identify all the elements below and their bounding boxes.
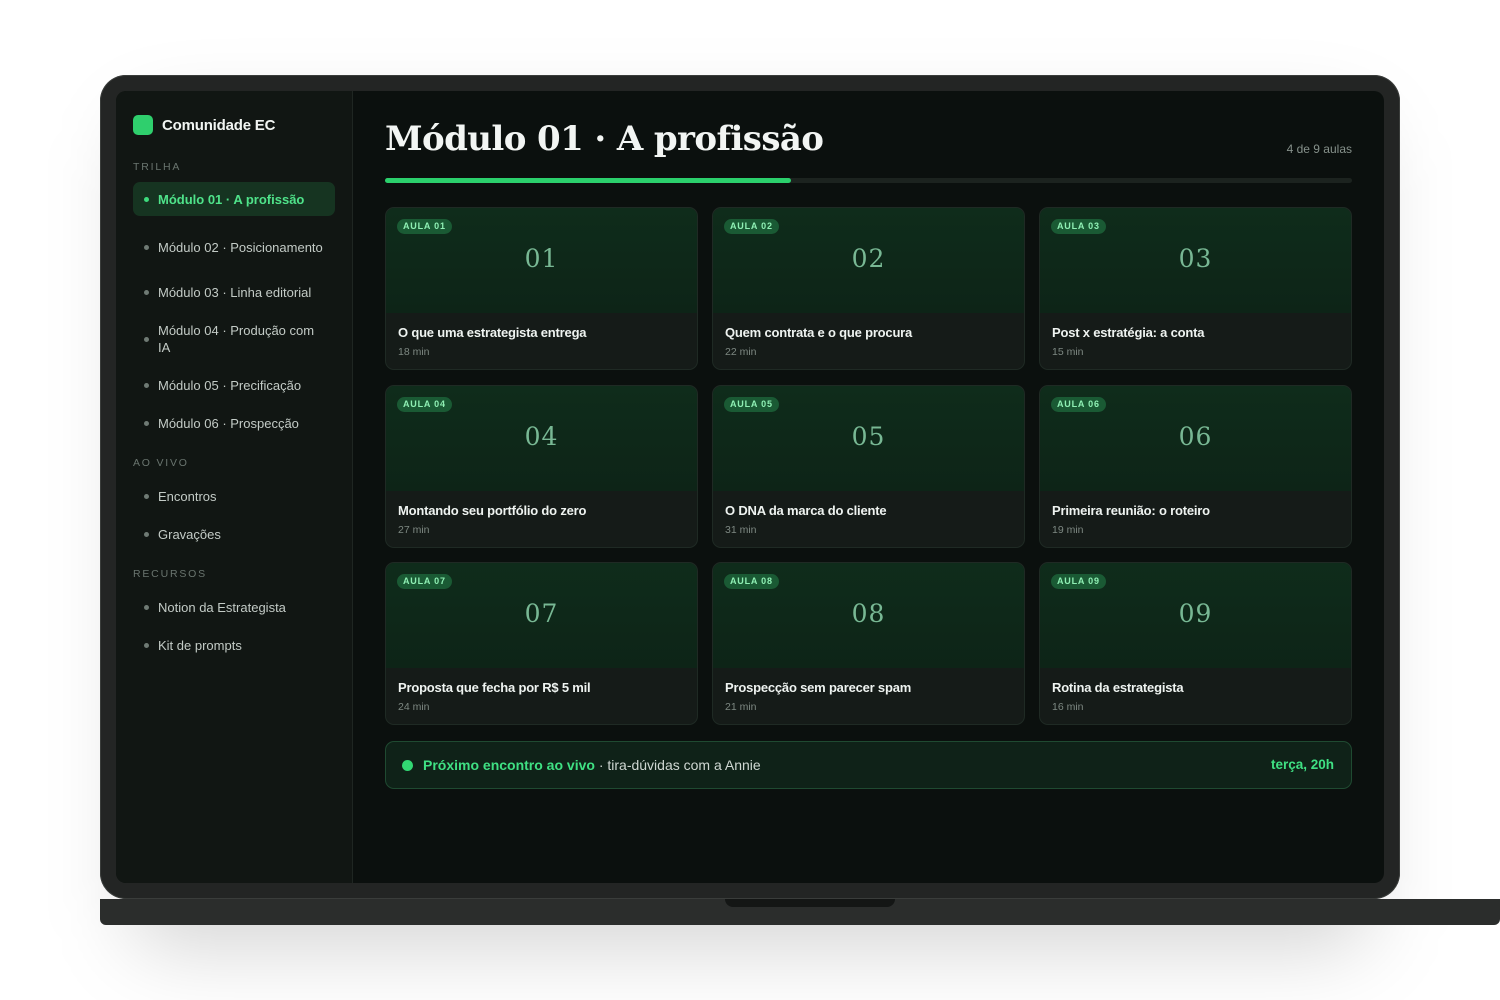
sidebar-item-modulo-02[interactable]: Módulo 02 · Posicionamento <box>133 228 335 266</box>
bullet-dot-icon <box>144 336 149 342</box>
lesson-duration: 22 min <box>725 346 757 358</box>
lesson-duration: 24 min <box>398 701 430 713</box>
sidebar-item-label: Módulo 05 · Precificação <box>158 377 302 393</box>
lesson-title: Post x estratégia: a conta <box>1052 325 1205 340</box>
lesson-duration: 27 min <box>398 524 430 536</box>
lesson-number: 06 <box>1178 422 1213 451</box>
sidebar-item-label: Módulo 02 · Posicionamento <box>158 239 323 255</box>
bullet-dot-icon <box>144 604 149 610</box>
sidebar-item-label: Módulo 04 · Produção com IA <box>158 323 315 355</box>
sidebar-item-modulo-01[interactable]: Módulo 01 · A profissão <box>133 182 335 216</box>
sidebar-item-label: Encontros <box>158 488 217 504</box>
live-time: terça, 20h <box>1270 757 1334 772</box>
lesson-card[interactable]: AULA 07 07 Proposta que fecha por R$ 5 m… <box>385 562 698 725</box>
lesson-card[interactable]: AULA 06 06 Primeira reunião: o roteiro 1… <box>1039 385 1352 548</box>
sidebar: Comunidade EC TRILHA Módulo 01 · A profi… <box>116 91 353 883</box>
lesson-number: 04 <box>524 422 559 451</box>
lesson-number: 09 <box>1178 599 1213 628</box>
live-description: · tira-dúvidas com a Annie <box>594 757 761 773</box>
lesson-card[interactable]: AULA 09 09 Rotina da estrategista 16 min <box>1039 562 1352 725</box>
sidebar-item-modulo-05[interactable]: Módulo 05 · Precificação <box>133 374 335 396</box>
lesson-duration: 18 min <box>398 346 430 358</box>
brand-logo-icon <box>133 115 153 135</box>
section-label-ao-vivo: AO VIVO <box>133 457 189 469</box>
sidebar-item-gravacoes[interactable]: Gravações <box>133 523 335 545</box>
lesson-card[interactable]: AULA 08 08 Prospecção sem parecer spam 2… <box>712 562 1025 725</box>
bullet-dot-icon <box>144 493 149 499</box>
sidebar-item-encontros[interactable]: Encontros <box>133 485 335 507</box>
lesson-badge: AULA 08 <box>724 574 779 589</box>
lesson-count: 4 de 9 aulas <box>1286 142 1352 156</box>
lesson-badge: AULA 07 <box>397 574 452 589</box>
lesson-badge: AULA 03 <box>1051 219 1106 234</box>
sidebar-item-label: Módulo 06 · Prospecção <box>158 415 299 431</box>
bullet-dot-icon <box>144 531 149 537</box>
lesson-badge: AULA 05 <box>724 397 779 412</box>
lesson-card[interactable]: AULA 03 03 Post x estratégia: a conta 15… <box>1039 207 1352 370</box>
progress-bar <box>385 178 1352 183</box>
page-title: Módulo 01 · A profissão <box>385 119 824 159</box>
lesson-duration: 31 min <box>725 524 757 536</box>
lesson-badge: AULA 04 <box>397 397 452 412</box>
lesson-number: 07 <box>524 599 559 628</box>
lesson-duration: 15 min <box>1052 346 1084 358</box>
sidebar-item-label: Módulo 01 · A profissão <box>158 191 305 207</box>
lesson-title: O DNA da marca do cliente <box>725 503 887 518</box>
sidebar-item-modulo-06[interactable]: Módulo 06 · Prospecção <box>133 412 335 434</box>
bullet-dot-icon <box>144 196 149 202</box>
lesson-title: Prospecção sem parecer spam <box>725 680 912 695</box>
lesson-title: Quem contrata e o que procura <box>725 325 913 340</box>
next-live-banner[interactable]: Próximo encontro ao vivo · tira-dúvidas … <box>385 741 1352 789</box>
bullet-dot-icon <box>144 642 149 648</box>
bullet-dot-icon <box>144 420 149 426</box>
lesson-duration: 16 min <box>1052 701 1084 713</box>
live-text: Próximo encontro ao vivo · tira-dúvidas … <box>423 757 761 773</box>
lesson-number: 08 <box>851 599 886 628</box>
lesson-card[interactable]: AULA 02 02 Quem contrata e o que procura… <box>712 207 1025 370</box>
laptop-notch <box>725 899 895 907</box>
lesson-title: Primeira reunião: o roteiro <box>1052 503 1210 518</box>
lesson-number: 02 <box>851 244 886 273</box>
bullet-dot-icon <box>144 289 149 295</box>
lesson-badge: AULA 01 <box>397 219 452 234</box>
lesson-title: O que uma estrategista entrega <box>398 325 587 340</box>
lesson-number: 03 <box>1178 244 1213 273</box>
sidebar-item-label: Gravações <box>158 526 221 542</box>
sidebar-item-label: Módulo 03 · Linha editorial <box>158 284 312 300</box>
main-content: Módulo 01 · A profissão 4 de 9 aulas AUL… <box>354 91 1384 883</box>
progress-bar-fill <box>385 178 792 183</box>
brand[interactable]: Comunidade EC <box>133 115 275 135</box>
sidebar-item-kit-prompts[interactable]: Kit de prompts <box>133 634 335 656</box>
lesson-card[interactable]: AULA 05 05 O DNA da marca do cliente 31 … <box>712 385 1025 548</box>
live-label: Próximo encontro ao vivo <box>423 757 595 773</box>
sidebar-item-label: Notion da Estrategista <box>158 599 286 615</box>
app-screen: Comunidade EC TRILHA Módulo 01 · A profi… <box>116 91 1384 883</box>
sidebar-item-modulo-04[interactable]: Módulo 04 · Produção com IA <box>133 320 335 358</box>
section-label-trilha: TRILHA <box>133 161 182 173</box>
lesson-number: 05 <box>851 422 886 451</box>
brand-name: Comunidade EC <box>162 116 276 134</box>
lesson-badge: AULA 02 <box>724 219 779 234</box>
section-label-recursos: RECURSOS <box>133 568 207 580</box>
lesson-card[interactable]: AULA 01 01 O que uma estrategista entreg… <box>385 207 698 370</box>
lesson-number: 01 <box>524 244 559 273</box>
lesson-title: Proposta que fecha por R$ 5 mil <box>398 680 591 695</box>
lesson-duration: 19 min <box>1052 524 1084 536</box>
lesson-title: Rotina da estrategista <box>1052 680 1184 695</box>
bullet-dot-icon <box>144 244 149 250</box>
live-status-dot-icon <box>402 760 413 771</box>
bullet-dot-icon <box>144 382 149 388</box>
lesson-card[interactable]: AULA 04 04 Montando seu portfólio do zer… <box>385 385 698 548</box>
lesson-duration: 21 min <box>725 701 757 713</box>
sidebar-item-modulo-03[interactable]: Módulo 03 · Linha editorial <box>133 281 335 303</box>
sidebar-item-label: Kit de prompts <box>158 637 242 653</box>
sidebar-item-notion[interactable]: Notion da Estrategista <box>133 596 335 618</box>
lesson-badge: AULA 09 <box>1051 574 1106 589</box>
lesson-title: Montando seu portfólio do zero <box>398 503 587 518</box>
lesson-badge: AULA 06 <box>1051 397 1106 412</box>
